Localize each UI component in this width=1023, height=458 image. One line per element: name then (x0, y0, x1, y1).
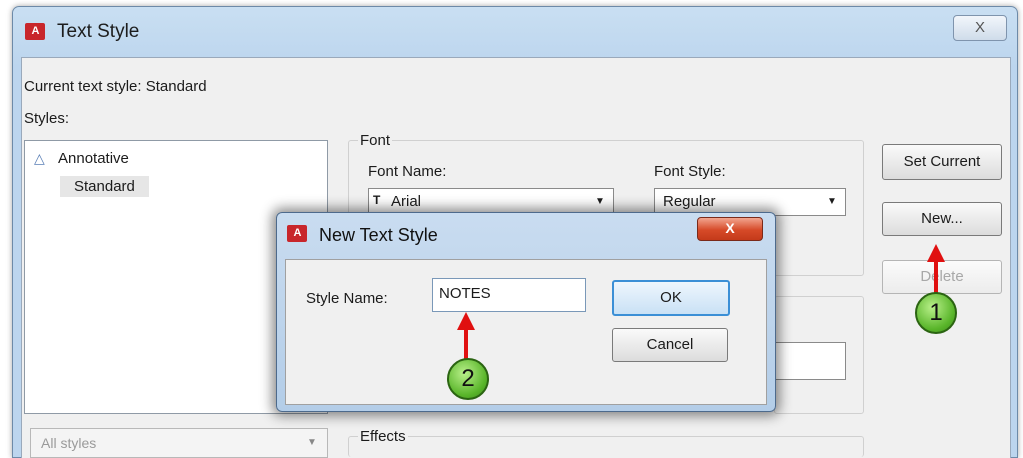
autocad-icon: A (287, 225, 307, 242)
close-button[interactable]: X (953, 15, 1007, 41)
arrow-shaft (464, 328, 468, 362)
font-name-value: Arial (391, 193, 422, 210)
dialog-title: New Text Style (319, 225, 438, 245)
styles-filter-value: All styles (41, 435, 97, 451)
callout-2: 2 (447, 358, 489, 400)
font-style-label: Font Style: (654, 163, 726, 180)
truetype-icon: T (373, 193, 381, 207)
current-style-text: Current text style: Standard (24, 78, 207, 95)
styles-item-standard[interactable]: Standard (60, 176, 149, 197)
font-style-value: Regular (663, 193, 716, 210)
set-current-button[interactable]: Set Current (882, 144, 1002, 180)
chevron-down-icon: ▼ (827, 196, 837, 207)
styles-filter-select[interactable]: All styles ▼ (30, 428, 328, 458)
styles-item-annotative[interactable]: Annotative (58, 150, 129, 167)
effects-label: Effects (358, 428, 408, 445)
font-group-label: Font (358, 132, 393, 149)
close-button[interactable]: X (697, 217, 763, 241)
window-title: Text Style (57, 21, 140, 42)
font-name-label: Font Name: (368, 163, 447, 180)
height-field[interactable] (774, 342, 846, 380)
callout-1: 1 (915, 292, 957, 334)
ok-button[interactable]: OK (612, 280, 730, 316)
arrow-shaft (934, 260, 938, 294)
styles-label: Styles: (24, 110, 70, 127)
chevron-down-icon: ▼ (595, 196, 605, 207)
delete-button[interactable]: Delete (882, 260, 1002, 294)
effects-group (348, 436, 864, 457)
style-name-input[interactable]: NOTES (432, 278, 586, 312)
style-name-label: Style Name: (306, 290, 388, 307)
autocad-icon: A (25, 23, 45, 40)
new-button[interactable]: New... (882, 202, 1002, 236)
chevron-down-icon: ▼ (307, 437, 317, 448)
cancel-button[interactable]: Cancel (612, 328, 728, 362)
title-bar: A Text Style X (13, 7, 1017, 57)
style-name-value: NOTES (439, 285, 491, 302)
annotative-icon: △ (34, 150, 45, 166)
